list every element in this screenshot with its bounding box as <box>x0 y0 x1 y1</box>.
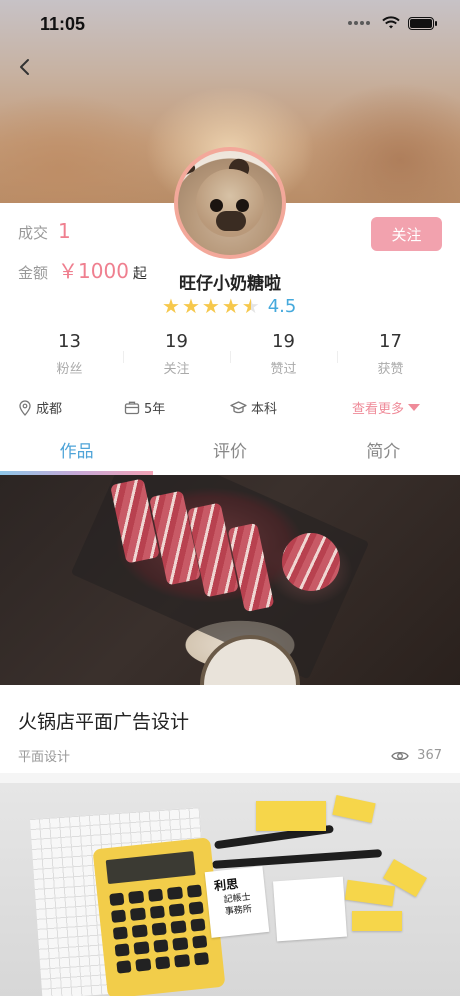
deal-label: 成交 <box>18 224 49 242</box>
star-icon: ★ <box>181 294 200 318</box>
education-text: 本科 <box>251 402 278 417</box>
status-time: 11:05 <box>40 14 86 34</box>
see-more-label: 查看更多 <box>352 402 405 417</box>
work-title[interactable]: 火锅店平面广告设计 <box>18 707 189 734</box>
user-name: 旺仔小奶糖啦 <box>179 274 281 294</box>
signal-icon <box>348 21 370 25</box>
wifi-icon <box>382 16 400 29</box>
sticky-note <box>332 795 376 823</box>
back-button[interactable] <box>14 55 34 79</box>
count-value: 19 <box>272 331 295 352</box>
tab-reviews[interactable]: 评价 <box>153 433 306 475</box>
calculator-shape <box>92 837 226 996</box>
years-text: 5年 <box>144 402 166 417</box>
count-value: 17 <box>379 331 402 352</box>
tab-bar: 作品 评价 简介 <box>0 433 460 475</box>
avatar[interactable] <box>174 147 286 259</box>
pen-shape <box>211 849 383 869</box>
caret-down-icon <box>408 404 421 411</box>
meat-roll <box>282 533 340 591</box>
pug-ear <box>178 155 197 179</box>
education-info: 本科 <box>230 398 352 417</box>
business-card-title: 利思 <box>213 876 239 894</box>
location-text: 成都 <box>36 402 63 417</box>
status-bar: 11:05 <box>0 0 460 50</box>
battery-icon <box>408 16 437 30</box>
follow-button[interactable]: 关注 <box>371 217 442 251</box>
count-likes-received[interactable]: 17 获赞 <box>337 331 444 377</box>
briefcase-icon <box>124 401 140 415</box>
business-card: 利思 記帳士 事務所 <box>204 866 270 938</box>
rating-value: 4.5 <box>267 295 297 317</box>
rating: ★ ★ ★ ★ ★ 4.5 <box>162 295 296 317</box>
calculator-keys <box>109 884 210 974</box>
tab-intro[interactable]: 简介 <box>307 433 460 475</box>
count-label: 获赞 <box>377 362 404 377</box>
work-meta: 平面设计 367 <box>18 746 442 765</box>
deal-stat: 成交 1 <box>18 219 71 243</box>
sticky-note <box>344 879 396 907</box>
star-icon: ★ <box>162 294 180 318</box>
profile-card: 成交 1 金额 ￥1000 起 关注 旺仔小奶糖啦 ★ ★ ★ ★ ★ 4.5 … <box>0 147 460 996</box>
eye-icon <box>391 751 409 760</box>
business-card-subtitle: 記帳士 事務所 <box>223 892 253 918</box>
count-fans[interactable]: 13 粉丝 <box>16 331 123 377</box>
star-icon: ★ <box>221 294 240 318</box>
count-label: 关注 <box>163 362 190 377</box>
work-views: 367 <box>391 748 442 763</box>
half-star-icon: ★ <box>241 294 260 318</box>
count-value: 13 <box>58 331 81 352</box>
status-icons <box>348 16 437 30</box>
count-label: 赞过 <box>270 362 297 377</box>
info-row: 成都 5年 本科 查看更多 <box>18 398 444 417</box>
counts-row: 13 粉丝 19 关注 19 赞过 17 获赞 <box>16 331 444 377</box>
sticky-note <box>352 911 402 931</box>
location-pin-icon <box>19 399 31 416</box>
pug-muzzle <box>216 211 246 231</box>
see-more-link[interactable]: 查看更多 <box>352 398 421 417</box>
count-value: 19 <box>165 331 188 352</box>
pug-eye <box>236 199 249 212</box>
work-category: 平面设计 <box>18 750 71 765</box>
deal-value: 1 <box>58 219 71 243</box>
count-liked[interactable]: 19 赞过 <box>230 331 337 377</box>
avatar-image <box>178 151 282 255</box>
sticky-note <box>256 801 326 831</box>
work-image-stationery[interactable]: 利思 記帳士 事務所 <box>0 783 460 996</box>
location-info: 成都 <box>18 398 124 417</box>
tab-works[interactable]: 作品 <box>0 433 153 475</box>
star-icon: ★ <box>201 294 220 318</box>
count-label: 粉丝 <box>56 362 83 377</box>
calculator-screen <box>105 851 196 885</box>
years-info: 5年 <box>124 398 230 417</box>
chevron-left-icon <box>20 59 29 75</box>
pug-face <box>196 169 264 237</box>
views-count: 367 <box>417 748 442 763</box>
business-card-back <box>272 876 348 942</box>
pug-eye <box>210 199 223 212</box>
divider <box>0 773 460 783</box>
count-following[interactable]: 19 关注 <box>123 331 230 377</box>
work-image-hotpot[interactable] <box>0 475 460 685</box>
graduation-cap-icon <box>230 401 247 414</box>
